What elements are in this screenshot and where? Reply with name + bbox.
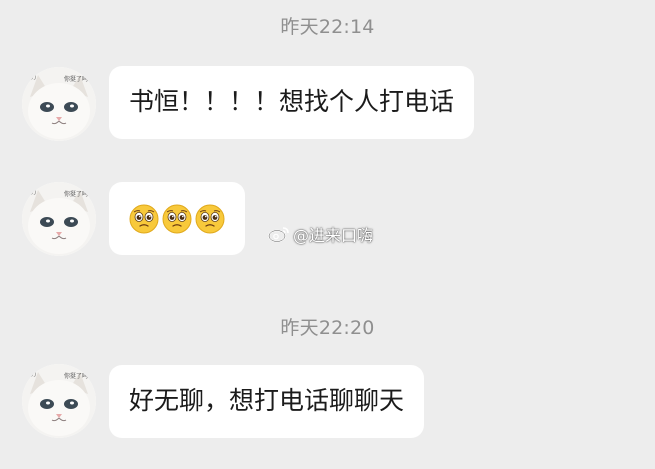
pleading-face-icon: [129, 204, 159, 234]
sender-avatar[interactable]: 你挺了吗 一刀: [22, 182, 96, 256]
svg-text:你挺了吗: 你挺了吗: [64, 75, 88, 83]
message-text: 好无聊，想打电话聊聊天: [129, 386, 405, 415]
emoji-row: [129, 202, 225, 236]
message-text: 书恒！！！！想找个人打电话: [129, 87, 455, 116]
timestamp: 昨天22:14: [280, 16, 375, 38]
sender-avatar[interactable]: 你挺了吗 一刀: [22, 67, 96, 141]
pleading-face-icon: [162, 204, 192, 234]
weibo-logo-icon: [268, 227, 289, 243]
weibo-watermark: @进来口嗨: [268, 222, 373, 246]
message-bubble[interactable]: 书恒！！！！想找个人打电话: [109, 66, 475, 139]
cat-avatar-icon: 你挺了吗 一刀: [22, 364, 96, 438]
svg-text:一刀: 一刀: [26, 75, 36, 81]
timestamp: 昨天22:20: [280, 317, 375, 339]
svg-text:一刀: 一刀: [26, 190, 36, 196]
pleading-face-icon: [195, 204, 225, 234]
svg-text:你挺了吗: 你挺了吗: [64, 190, 88, 198]
svg-text:你挺了吗: 你挺了吗: [64, 372, 88, 380]
cat-avatar-icon: 你挺了吗 一刀: [22, 67, 96, 141]
watermark-handle: @进来口嗨: [293, 226, 374, 245]
sender-avatar[interactable]: 你挺了吗 一刀: [22, 364, 96, 438]
message-bubble[interactable]: [109, 182, 245, 255]
message-bubble[interactable]: 好无聊，想打电话聊聊天: [109, 365, 425, 438]
cat-avatar-icon: 你挺了吗 一刀: [22, 182, 96, 256]
svg-text:一刀: 一刀: [26, 372, 36, 378]
